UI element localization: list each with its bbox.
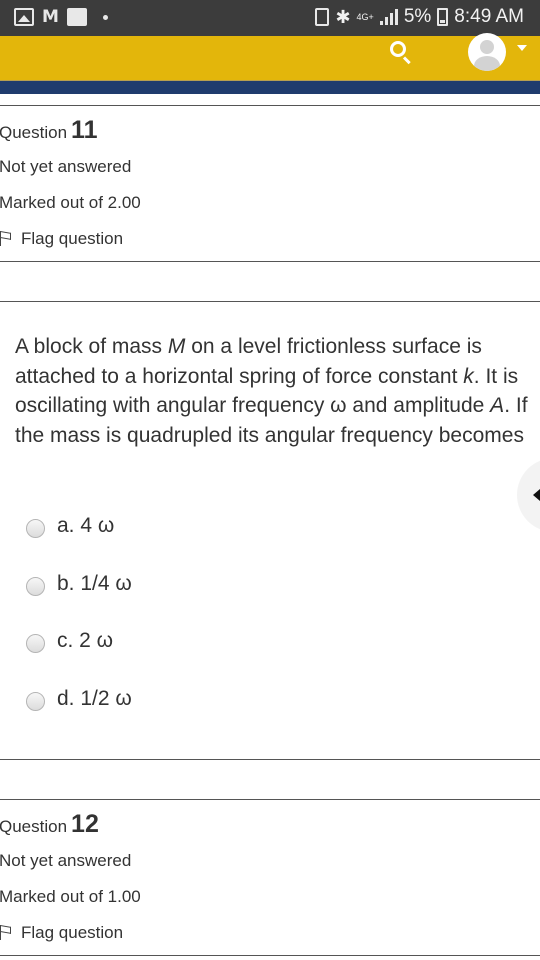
radio-button[interactable] [26,519,45,538]
search-icon[interactable] [388,39,412,65]
answer-label: c. 2 ω [57,629,114,652]
question-label: Question [0,123,68,142]
header-stripe [0,80,540,94]
battery-icon [437,8,449,26]
flag-question-link[interactable]: Flag question [0,229,123,249]
answer-label: a. 4 ω [57,514,115,537]
question-title: Question 12 [0,810,99,839]
flag-question-label: Flag question [21,229,124,248]
question-state: Not yet answered [0,851,132,870]
answer-option-b[interactable]: b. 1/4 ω [26,572,132,596]
answer-label: b. 1/4 ω [57,572,132,595]
question-number: 12 [71,810,99,838]
divider [0,799,540,800]
question-title: Question 11 [0,116,97,145]
radio-button[interactable] [26,692,45,711]
pulse-icon [66,8,87,26]
answer-label: d. 1/2 ω [57,687,132,710]
clock: 8:49 AM [454,6,524,27]
user-avatar-icon[interactable] [468,33,506,71]
question-label: Question [0,817,68,836]
question-marks: Marked out of 1.00 [0,887,141,906]
question-number: 11 [71,116,98,144]
question-text: A block of mass M on a level frictionles… [15,335,528,447]
notification-icons: M [14,8,108,26]
divider [0,759,540,760]
site-header [0,33,540,80]
chevron-down-icon[interactable] [517,45,527,51]
divider [0,955,540,956]
question-state: Not yet answered [0,157,132,176]
answer-option-a[interactable]: a. 4 ω [26,514,114,538]
radio-button[interactable] [26,634,45,653]
divider [0,261,540,262]
radio-button[interactable] [26,577,45,596]
network-type: 4G+ [356,12,374,22]
divider [0,105,540,106]
flag-icon [0,231,14,247]
answer-option-d[interactable]: d. 1/2 ω [26,687,132,711]
status-bar: M ✱ 4G+ 5% 8:49 AM [0,0,540,36]
flag-question-link[interactable]: Flag question [0,923,123,943]
system-icons: ✱ 4G+ 5% 8:49 AM [315,6,524,28]
question-marks: Marked out of 2.00 [0,193,141,212]
dot-icon [102,14,108,20]
flag-question-label: Flag question [21,923,124,942]
answer-option-c[interactable]: c. 2 ω [26,629,113,653]
gallery-icon [14,8,34,26]
block-drawer-toggle[interactable] [517,458,540,532]
battery-percent: 5% [403,6,432,27]
flag-icon [0,925,14,941]
chevron-left-icon [533,489,540,501]
signal-icon [379,9,398,25]
sim-icon [315,8,330,26]
bluetooth-icon: ✱ [335,6,351,28]
gmail-icon: M [42,7,59,27]
divider [0,301,540,302]
